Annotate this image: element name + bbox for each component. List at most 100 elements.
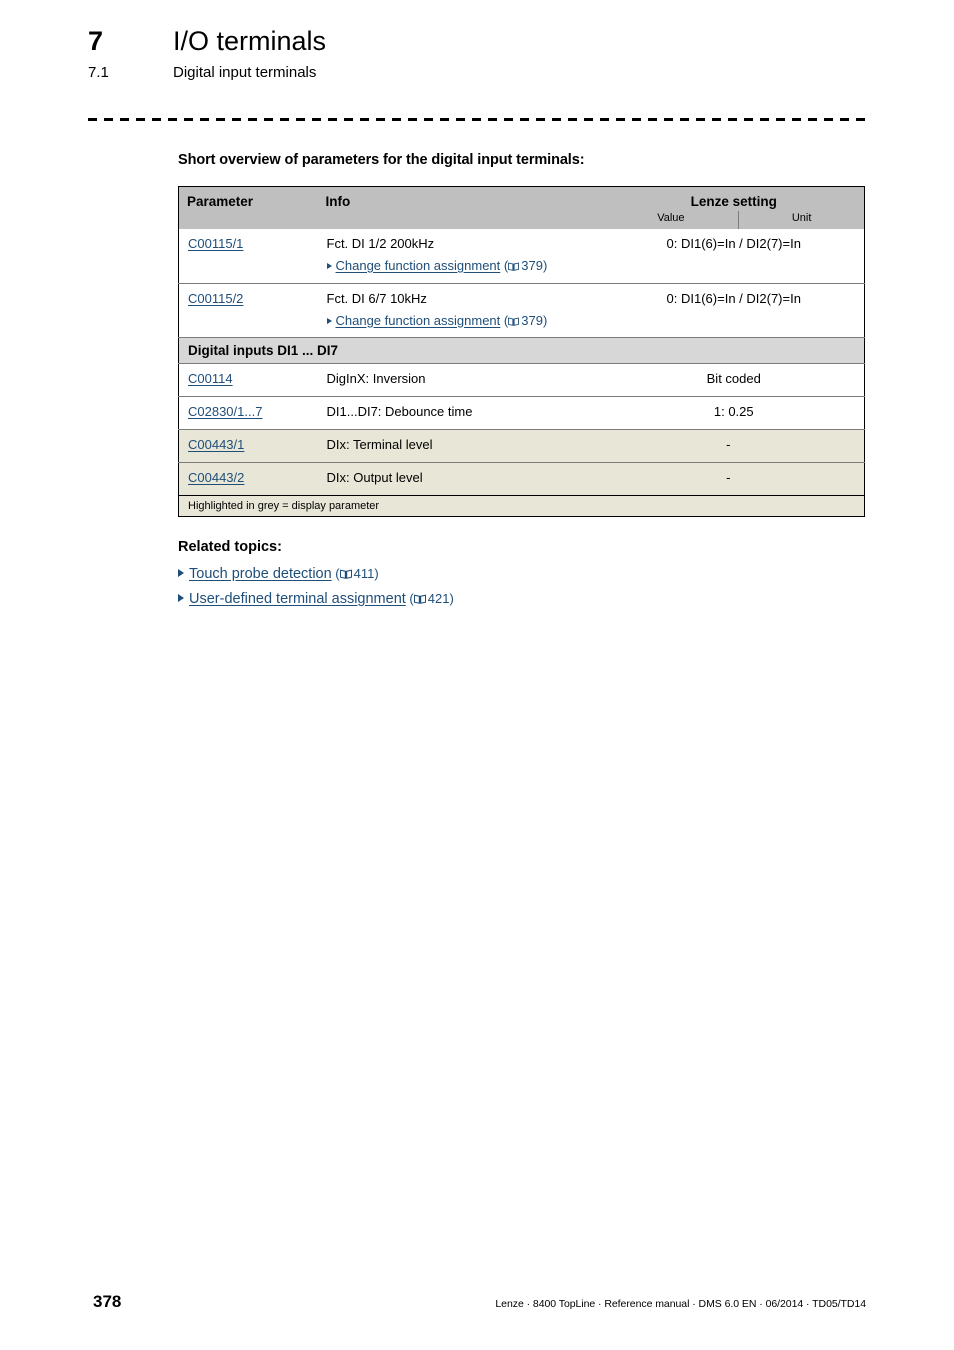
info-text: DIx: Output level — [326, 469, 423, 485]
info-text: DIx: Terminal level — [326, 437, 433, 453]
triangle-bullet-icon — [178, 593, 184, 602]
info-text: Fct. DI 6/7 10kHz — [326, 290, 427, 306]
chapter-number: 7 — [88, 26, 104, 56]
table-row: C00443/2 DIx: Output level - — [178, 461, 865, 496]
overview-title: Short overview of parameters for the dig… — [178, 152, 585, 168]
value-text: 1: 0.25 — [713, 404, 754, 420]
header-cell-lenze-setting: Lenze setting Value Unit — [603, 186, 865, 229]
related-topic-link[interactable]: Touch probe detection — [189, 566, 332, 582]
cross-reference-link[interactable]: Change function assignment — [336, 258, 501, 273]
info-text: DigInX: Inversion — [326, 371, 426, 387]
info-sublink-line: Change function assignment (379) — [326, 257, 595, 276]
page-content: Short overview of parameters for the dig… — [178, 152, 866, 616]
row-value-cell: 0: DI1(6)=In / DI2(7)=In — [603, 282, 865, 338]
table-row: C00114 DigInX: Inversion Bit coded — [179, 364, 865, 397]
row-info-cell: DI1...DI7: Debounce time — [317, 396, 604, 430]
page-number-ref: 379 — [521, 257, 543, 273]
related-topic-item: Touch probe detection (411) — [178, 566, 866, 582]
book-icon — [508, 262, 520, 271]
info-text: Fct. DI 1/2 200kHz — [326, 236, 435, 251]
parameter-link[interactable]: C00115/2 — [188, 291, 243, 306]
value-unit-subheader: Value Unit — [604, 211, 865, 229]
row-value-cell: - — [603, 429, 740, 463]
row-unit-cell — [739, 429, 865, 463]
header-cell-info: Info — [317, 186, 604, 229]
row-info-cell: Fct. DI 6/7 10kHz Change function assign… — [317, 282, 604, 338]
page-reference: (379) — [500, 312, 548, 328]
table-row: C00115/2 Fct. DI 6/7 10kHz Change functi… — [178, 282, 865, 338]
header-label-info: Info — [325, 194, 351, 209]
table-row: C00115/1 Fct. DI 1/2 200kHz Change funct… — [179, 229, 865, 283]
book-icon — [508, 317, 520, 326]
page-reference: (379) — [500, 257, 548, 273]
table-footnote-row: Highlighted in grey = display parameter — [178, 494, 865, 517]
row-parameter-cell: C02830/1...7 — [178, 396, 318, 430]
parameter-table: Parameter Info Lenze setting Value Unit — [178, 186, 865, 517]
row-info-cell: DigInX: Inversion — [318, 364, 604, 397]
footer-imprint-text: Lenze · 8400 TopLine · Reference manual … — [495, 1298, 866, 1310]
related-topics-title: Related topics: — [178, 538, 282, 555]
footnote-cell: Highlighted in grey = display parameter — [178, 494, 865, 517]
info-text: DI1...DI7: Debounce time — [326, 404, 473, 420]
section-cell: Digital inputs DI1 ... DI7 — [178, 337, 865, 365]
page-number-ref: 411 — [353, 565, 375, 581]
book-icon — [413, 594, 426, 604]
cross-reference-link[interactable]: Change function assignment — [336, 313, 501, 328]
table-header-row: Parameter Info Lenze setting Value Unit — [178, 186, 865, 229]
value-text: 0: DI1(6)=In / DI2(7)=In — [666, 236, 801, 251]
related-topic-item: User-defined terminal assignment (421) — [178, 591, 866, 607]
page-reference: (421) — [405, 590, 454, 606]
parameter-link[interactable]: C00443/1 — [188, 437, 244, 452]
row-parameter-cell: C00443/2 — [178, 461, 318, 496]
table-section-row: Digital inputs DI1 ... DI7 — [178, 337, 865, 365]
triangle-bullet-icon — [326, 317, 332, 324]
header-label-unit: Unit — [791, 212, 812, 224]
row-value-cell: Bit coded — [604, 364, 865, 397]
row-parameter-cell: C00443/1 — [178, 429, 318, 463]
value-text: 0: DI1(6)=In / DI2(7)=In — [666, 290, 801, 306]
header-label-value: Value — [604, 211, 740, 229]
row-parameter-cell: C00114 — [179, 364, 318, 397]
chapter-heading: 7 I/O terminals — [88, 26, 868, 57]
header-label-lenze-setting: Lenze setting — [690, 194, 777, 209]
page-reference: (411) — [331, 565, 379, 581]
parameter-link[interactable]: C02830/1...7 — [188, 404, 262, 419]
section-heading: 7.1 Digital input terminals — [88, 64, 868, 81]
triangle-bullet-icon — [178, 568, 184, 577]
row-value-cell: 1: 0.25 — [603, 396, 865, 430]
parameter-link[interactable]: C00115/1 — [188, 236, 243, 251]
page-number-ref: 421 — [427, 590, 450, 606]
parameter-link[interactable]: C00114 — [188, 371, 233, 386]
footnote-text: Highlighted in grey = display parameter — [188, 499, 380, 512]
row-parameter-cell: C00115/2 — [178, 282, 318, 338]
row-info-cell: DIx: Output level — [317, 461, 604, 496]
section-label: Digital inputs DI1 ... DI7 — [188, 343, 339, 359]
header-divider — [88, 118, 866, 121]
row-unit-cell — [739, 461, 865, 496]
header-cell-parameter: Parameter — [178, 186, 318, 229]
parameter-link[interactable]: C00443/2 — [188, 470, 244, 485]
section-number: 7.1 — [88, 64, 109, 81]
section-title: Digital input terminals — [173, 64, 317, 81]
page-number: 378 — [93, 1292, 122, 1311]
related-topic-link[interactable]: User-defined terminal assignment — [189, 591, 406, 607]
value-text: - — [726, 469, 731, 485]
page-number-ref: 379 — [521, 312, 543, 328]
value-text: - — [726, 437, 731, 453]
chapter-title: I/O terminals — [173, 26, 327, 56]
table-row: C02830/1...7 DI1...DI7: Debounce time 1:… — [178, 396, 865, 430]
row-value-cell: 0: DI1(6)=In / DI2(7)=In — [604, 229, 865, 283]
header-label-parameter: Parameter — [187, 194, 254, 209]
page-footer: 378 Lenze · 8400 TopLine · Reference man… — [0, 1278, 954, 1350]
row-parameter-cell: C00115/1 — [179, 229, 318, 283]
table-row: C00443/1 DIx: Terminal level - — [178, 429, 865, 463]
document-header: 7 I/O terminals 7.1 Digital input termin… — [88, 26, 868, 81]
row-info-cell: Fct. DI 1/2 200kHz Change function assig… — [318, 229, 604, 283]
unit-text — [740, 463, 865, 476]
triangle-bullet-icon — [326, 262, 332, 269]
row-info-cell: DIx: Terminal level — [317, 429, 604, 463]
unit-text — [740, 430, 865, 443]
info-sublink-line: Change function assignment (379) — [326, 312, 595, 331]
related-topics-section: Related topics: Touch probe detection (4… — [178, 539, 866, 607]
value-text: Bit coded — [706, 371, 761, 387]
